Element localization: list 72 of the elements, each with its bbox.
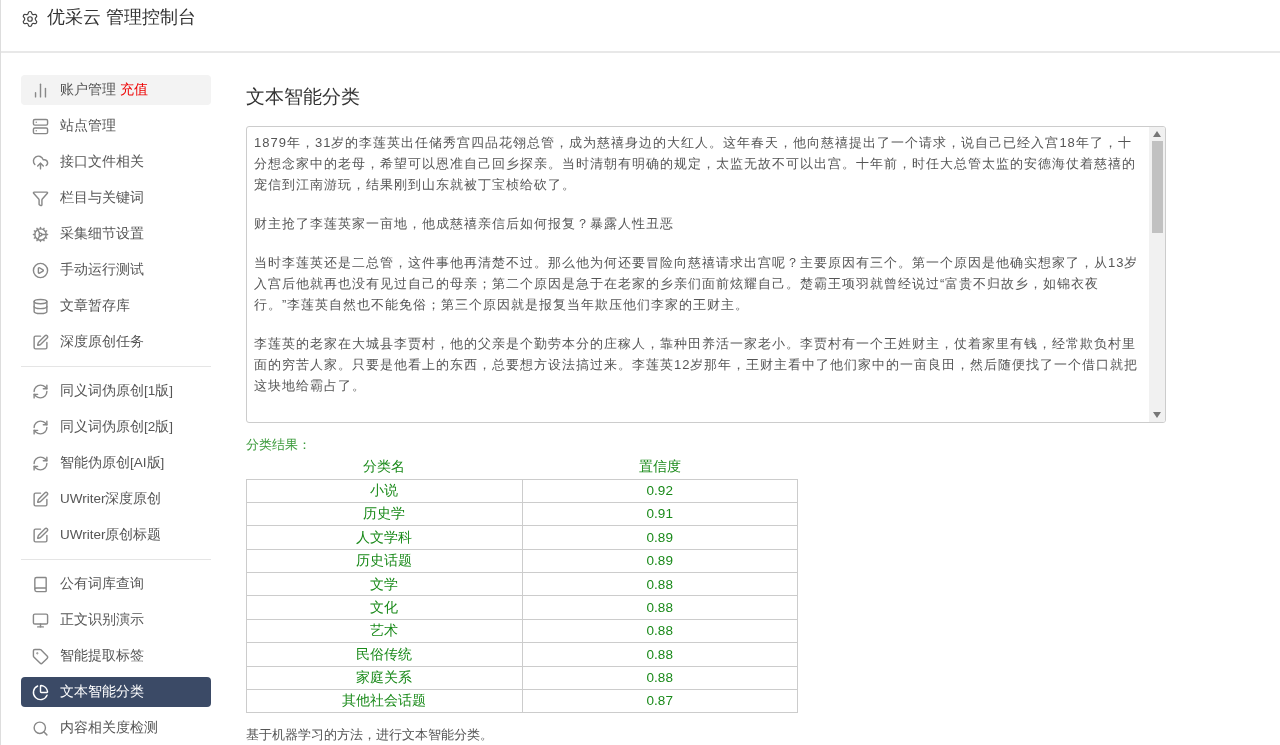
- sidebar-item[interactable]: 采集细节设置: [21, 219, 211, 249]
- description: 基于机器学习的方法，进行文本智能分类。: [246, 726, 494, 745]
- sidebar-item[interactable]: 智能伪原创[AI版]: [21, 448, 211, 478]
- settings-icon: [21, 10, 39, 28]
- paragraph: 当时李莲英还是二总管，这件事他再清楚不过。那么他为何还要冒险向慈禧请求出宫呢？主要原因有三个。第一个原因是他确实想家了，从13岁入宫后他就再也没有见过自己的母亲；第二个原因是急于在老家的乡亲们面前炫耀自己。楚霸王项羽就曾经说过“富贵不归故乡，如锦衣夜行。”李莲英自然也不能免俗；第三个原因就是报复当年欺压他们李家的王财主。: [254, 253, 1140, 314]
- database-icon: [32, 297, 49, 315]
- table-cell: 文化: [246, 595, 522, 620]
- play-icon: [32, 261, 49, 279]
- table-cell: 历史学: [246, 502, 522, 526]
- table-cell: 0.91: [522, 502, 798, 526]
- result-label: 分类结果：: [246, 435, 312, 454]
- scrollbar[interactable]: [1149, 126, 1165, 422]
- console-title: 优采云 管理控制台: [47, 6, 196, 29]
- table-cell: 0.88: [522, 619, 798, 643]
- refresh-icon: [32, 454, 49, 472]
- sidebar-item[interactable]: 深度原创任务: [21, 327, 211, 357]
- sidebar-item[interactable]: 内容相关度检测: [21, 713, 211, 743]
- table-cell: 艺术: [246, 619, 522, 643]
- table-cell: 小说: [246, 479, 522, 503]
- edit-icon: [32, 333, 49, 351]
- paragraph: 1879年，31岁的李莲英出任储秀宫四品花翎总管，成为慈禧身边的大红人。这年春天，他向慈禧提出了一个请求，说自己已经入宫18年了，十分想念家中的老母，希望可以恩准自己回乡探亲。当时清朝有明确的规定，太监无故不可以出宫。十年前，时任大总管太监的安德海仗着慈禧的宠信到江南游玩，结果刚到山东就被丁宝桢给砍了。: [254, 133, 1137, 194]
- sidebar-item[interactable]: 站点管理: [21, 111, 211, 141]
- table-cell: 其他社会话题: [246, 689, 522, 713]
- sidebar-item[interactable]: 接口文件相关: [21, 147, 211, 177]
- table-cell: 0.92: [522, 479, 798, 503]
- paragraph: 财主抢了李莲英家一亩地，他成慈禧亲信后如何报复？暴露人性丑恶: [254, 214, 675, 233]
- monitor-icon: [32, 611, 49, 629]
- text-area[interactable]: [246, 125, 1166, 423]
- sidebar-item[interactable]: 同义词伪原创[1版]: [21, 376, 211, 406]
- sidebar-item[interactable]: 同义词伪原创[2版]: [21, 412, 211, 442]
- pie-chart-icon: [32, 683, 49, 701]
- table-cell: 0.87: [522, 689, 798, 713]
- table-cell: 0.88: [522, 572, 798, 596]
- table-cell: 0.89: [522, 549, 798, 573]
- edit-icon: [32, 526, 49, 544]
- tag-icon: [32, 647, 49, 665]
- column-header: 置信度: [638, 459, 681, 475]
- sidebar-item[interactable]: 账户管理 充值: [21, 75, 211, 105]
- bar-chart-icon: [32, 81, 49, 99]
- column-header: 分类名: [363, 459, 406, 475]
- scroll-down-icon[interactable]: [1153, 411, 1161, 418]
- book-icon: [32, 575, 49, 593]
- sidebar-item[interactable]: UWriter深度原创: [21, 484, 211, 514]
- gears-icon: [32, 225, 49, 243]
- scroll-up-icon[interactable]: [1153, 130, 1161, 137]
- table-cell: 0.88: [522, 666, 798, 690]
- table-cell: 0.88: [522, 595, 798, 620]
- page-title: 文本智能分类: [246, 85, 361, 109]
- table-cell: 文学: [246, 572, 522, 596]
- scrollbar-thumb[interactable]: [1151, 140, 1163, 233]
- sidebar-item[interactable]: 智能提取标签: [21, 641, 211, 671]
- table-cell: 0.89: [522, 525, 798, 550]
- refresh-icon: [32, 418, 49, 436]
- edit-icon: [32, 490, 49, 508]
- sidebar-item[interactable]: UWriter原创标题: [21, 520, 211, 550]
- paragraph: 李莲英的老家在大城县李贾村，他的父亲是个勤劳本分的庄稼人，靠种田养活一家老小。李贾村有一个王姓财主，仗着家里有钱，经常欺负村里面的穷苦人家。只要是他看上的东西，总要想方设法搞过来。李莲英12岁那年，王财主看中了他们家中的一亩良田，然后随便找了一个借口就把这块地给霸占了。: [254, 334, 1140, 395]
- server-icon: [32, 117, 49, 135]
- sidebar-item[interactable]: 栏目与关键词: [21, 183, 211, 213]
- table-cell: 历史话题: [246, 549, 522, 573]
- sidebar-item[interactable]: 正文识别演示: [21, 605, 211, 635]
- sidebar-item[interactable]: 文本智能分类: [21, 677, 211, 707]
- sidebar-item[interactable]: 文章暂存库: [21, 291, 211, 321]
- filter-icon: [32, 189, 49, 207]
- table-cell: 0.88: [522, 642, 798, 667]
- search-icon: [32, 719, 49, 737]
- sidebar-item[interactable]: 手动运行测试: [21, 255, 211, 285]
- table-cell: 人文学科: [246, 525, 522, 550]
- refresh-icon: [32, 382, 49, 400]
- table-cell: 家庭关系: [246, 666, 522, 690]
- sidebar-item[interactable]: 公有词库查询: [21, 569, 211, 599]
- cloud-upload-icon: [32, 153, 49, 171]
- table-cell: 民俗传统: [246, 642, 522, 667]
